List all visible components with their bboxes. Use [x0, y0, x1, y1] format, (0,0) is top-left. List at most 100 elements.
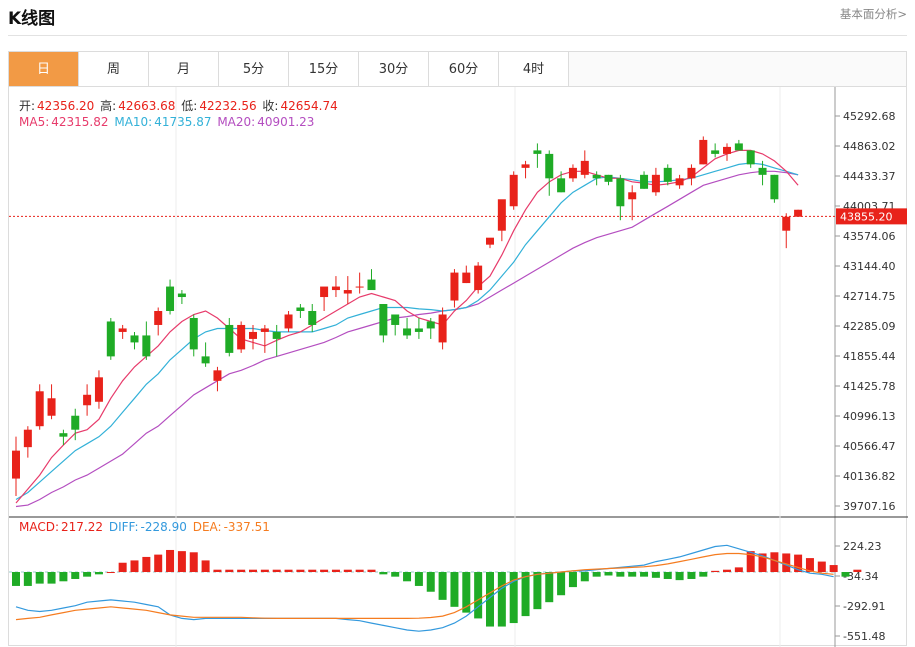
candle-body [414, 328, 423, 332]
period-tabs: 日 周 月 5分 15分 30分 60分 4时 [8, 51, 907, 87]
price-tick-label: 40566.47 [843, 440, 896, 453]
price-tick-label: 41855.44 [843, 350, 896, 363]
macd-bar [474, 572, 483, 619]
candle-body [616, 178, 625, 207]
candle-body [12, 450, 20, 479]
candle-body [308, 310, 317, 325]
macd-tick-label: -551.48 [843, 630, 885, 643]
candle-body [403, 328, 412, 336]
macd-bar [213, 569, 222, 573]
candle-body [533, 150, 542, 154]
candle-body [580, 160, 589, 175]
candle-body [142, 335, 151, 357]
candle-body [568, 167, 577, 179]
high-value: 42663.68 [118, 99, 176, 113]
tab-4hour[interactable]: 4时 [499, 52, 569, 87]
candle-body [497, 199, 506, 231]
candle-body [201, 356, 210, 364]
candle-body [545, 153, 554, 179]
candle-body [47, 398, 56, 416]
tab-week[interactable]: 周 [79, 52, 149, 87]
macd-bar [723, 569, 731, 573]
candle-body [426, 321, 435, 329]
diff-label: DIFF: [108, 520, 139, 534]
macd-bar [545, 572, 554, 603]
macd-bar [367, 569, 376, 573]
macd-bar [260, 569, 269, 573]
tab-5min[interactable]: 5分 [219, 52, 289, 87]
macd-bar [106, 572, 115, 574]
candle-body [367, 279, 376, 291]
low-label: 低: [181, 99, 198, 113]
tab-60min[interactable]: 60分 [429, 52, 499, 87]
ma-readout: MA5: 42315.82 MA10: 41735.87 MA20: 40901.23 [19, 115, 316, 129]
macd-bar [497, 572, 506, 627]
macd-bar [557, 572, 566, 596]
candle-body [557, 178, 566, 193]
dea-value: -337.51 [223, 520, 270, 534]
macd-bar [343, 569, 352, 573]
candle-body [23, 429, 32, 448]
tab-month[interactable]: 月 [149, 52, 219, 87]
macd-bar [853, 569, 862, 573]
macd-bar [568, 572, 577, 588]
price-tick-label: 39707.16 [843, 500, 896, 513]
candle-body [628, 192, 637, 200]
macd-bar [770, 552, 779, 573]
candle-body [509, 174, 518, 207]
tab-30min[interactable]: 30分 [359, 52, 429, 87]
candle-body [272, 331, 281, 339]
fundamental-analysis-link[interactable]: 基本面分析> [840, 6, 907, 22]
macd-bar [699, 572, 708, 577]
macd-label: MACD: [19, 520, 60, 534]
macd-bar [414, 572, 423, 586]
tab-day[interactable]: 日 [9, 52, 79, 87]
macd-bar [533, 572, 542, 610]
ma5-label: MA5: [19, 115, 50, 129]
candle-body [296, 307, 305, 311]
candle-body [177, 293, 186, 298]
candle-body [758, 167, 767, 175]
macd-bar [438, 572, 447, 600]
macd-bar [154, 554, 163, 573]
ma10-label: MA10: [114, 115, 153, 129]
candle-body [118, 328, 127, 332]
ma5-value: 42315.82 [51, 115, 109, 129]
candle-body [663, 167, 672, 182]
candle-body [154, 310, 163, 325]
macd-bar [663, 572, 672, 579]
candle-body [734, 143, 743, 151]
candle-body [35, 391, 44, 427]
kline-chart-area[interactable]: 45292.68 44863.02 44433.37 44003.71 43574.06… [8, 86, 908, 647]
ma20-value: 40901.23 [257, 115, 315, 129]
macd-bar [189, 552, 198, 573]
macd-bar [391, 572, 400, 577]
candle-body [260, 328, 269, 332]
macd-bar [284, 569, 293, 573]
candle-body [59, 433, 68, 437]
macd-bar [675, 572, 684, 581]
candle-body [651, 174, 660, 193]
macd-bar [320, 569, 329, 573]
tab-15min[interactable]: 15分 [289, 52, 359, 87]
macd-bar [829, 565, 838, 573]
candle-body [106, 321, 115, 357]
macd-bar [59, 572, 68, 582]
price-tick-label: 44863.02 [843, 140, 896, 153]
macd-bar [308, 569, 317, 573]
macd-bar [272, 569, 281, 573]
candle-body [438, 314, 447, 343]
candle-body [794, 209, 803, 217]
dea-label: DEA: [192, 520, 222, 534]
candle-body [640, 174, 649, 189]
macd-bar [616, 572, 625, 577]
candle-body [592, 174, 601, 179]
macd-bar [142, 556, 151, 573]
macd-bar [225, 569, 234, 573]
candle-body [83, 394, 92, 406]
candle-body [391, 314, 400, 325]
candle-body [699, 139, 708, 165]
macd-bar [118, 562, 127, 573]
macd-bar [711, 570, 720, 573]
price-tick-label: 42285.09 [843, 320, 896, 333]
